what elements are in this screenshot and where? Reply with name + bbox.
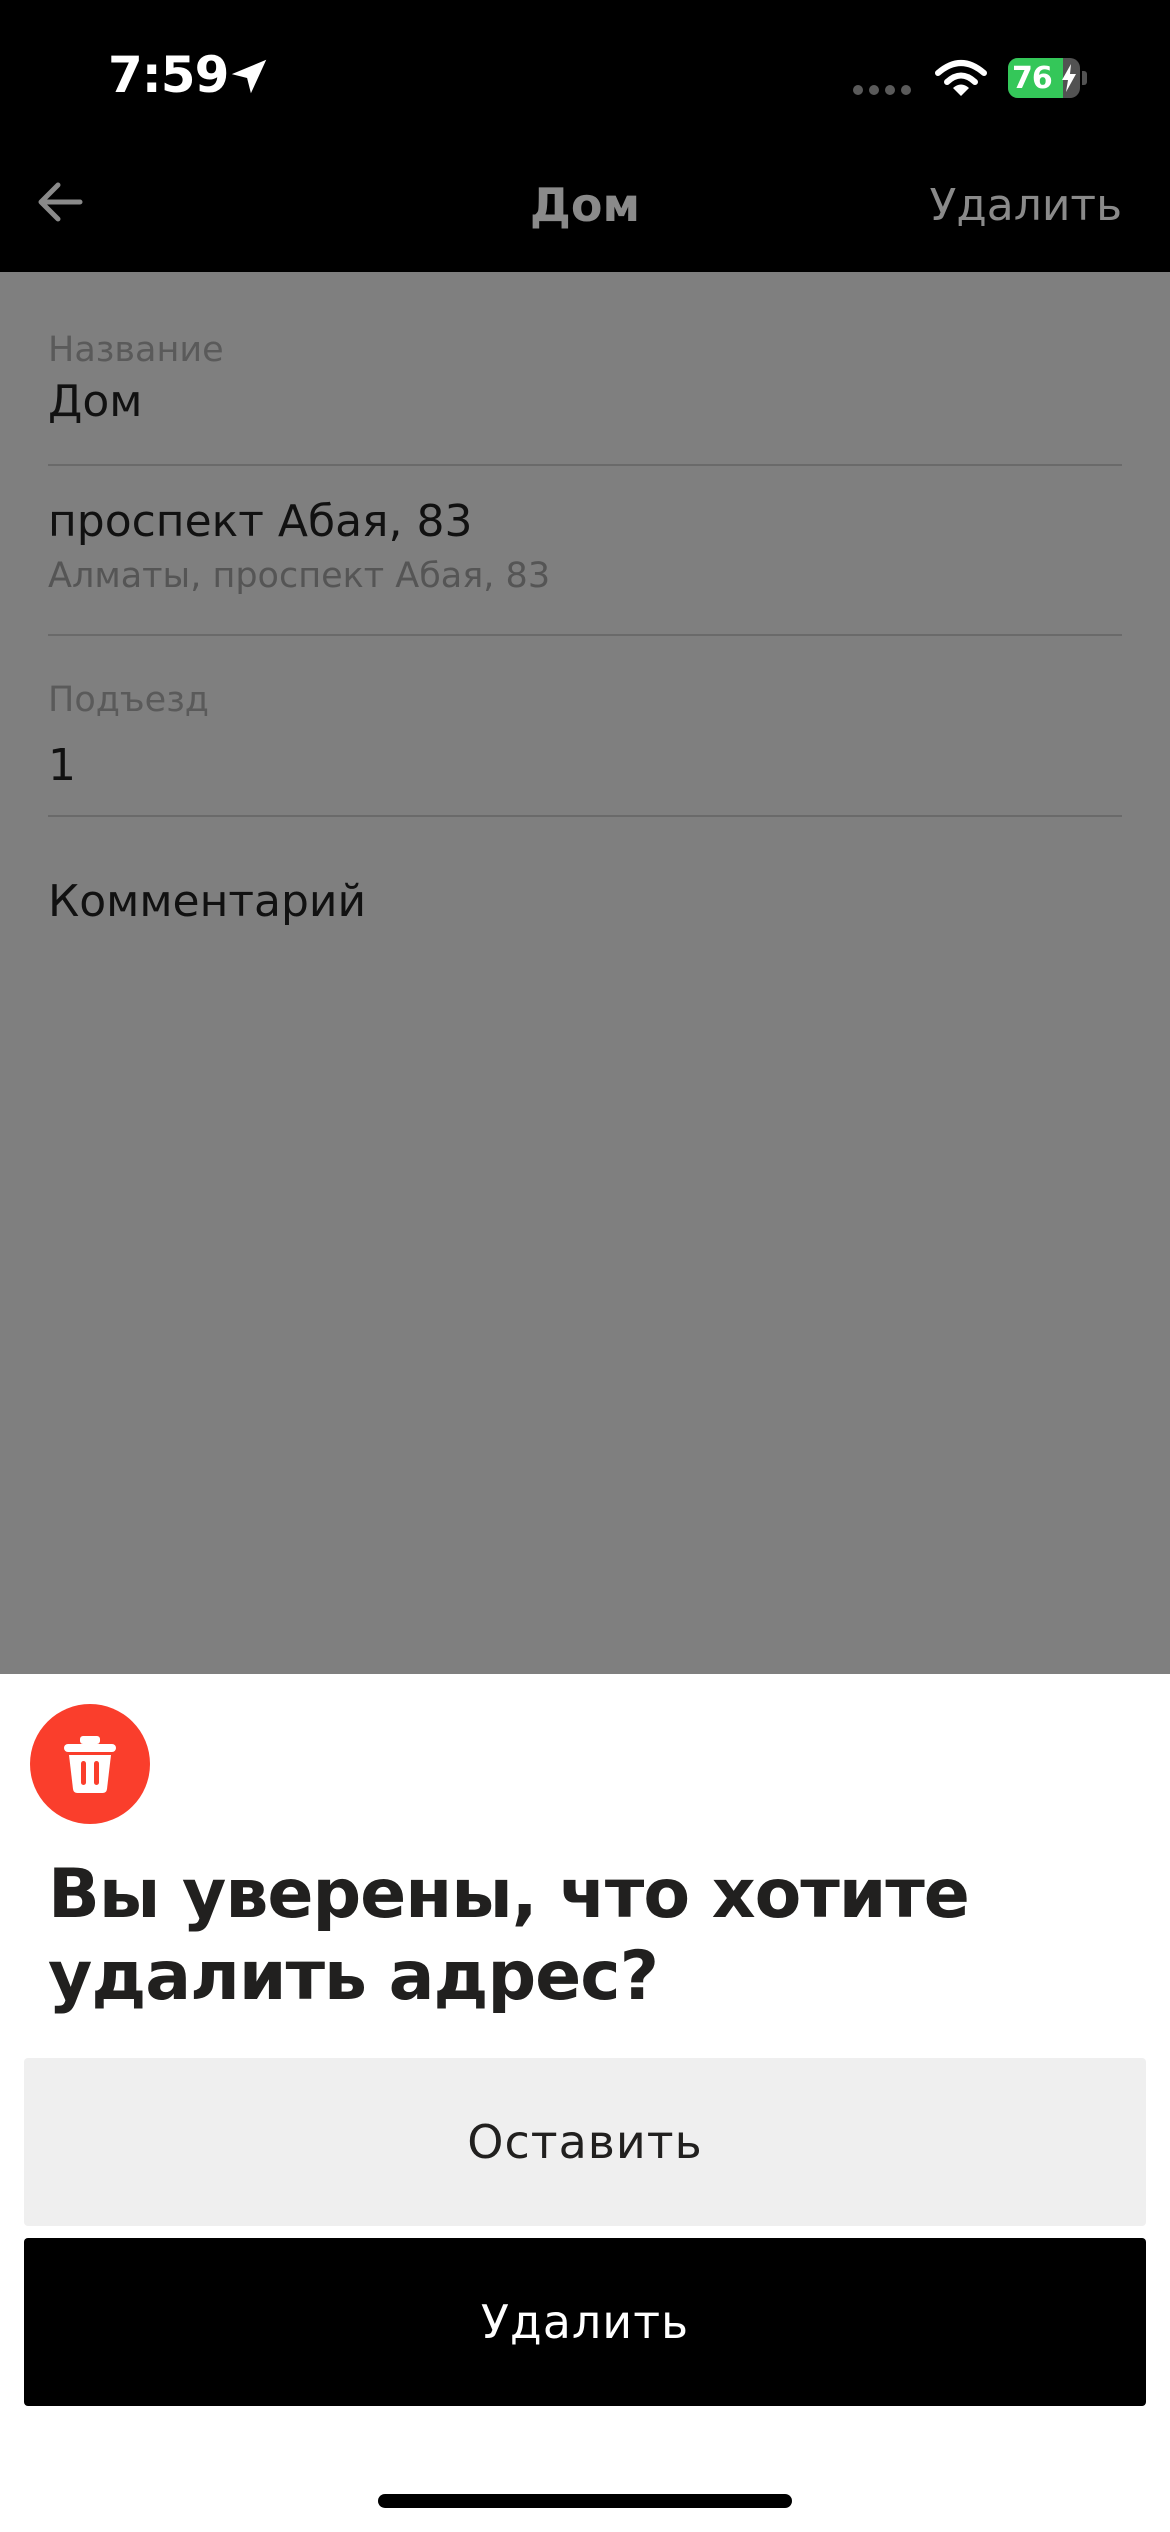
battery-icon: 76 xyxy=(1008,58,1088,98)
name-field-value: Дом xyxy=(48,376,143,427)
delete-link[interactable]: Удалить xyxy=(930,180,1122,231)
delete-button[interactable]: Удалить xyxy=(24,2238,1146,2406)
name-field-label: Название xyxy=(48,330,224,370)
entrance-field-label: Подъезд xyxy=(48,680,210,720)
divider xyxy=(48,634,1122,636)
status-time: 7:59 xyxy=(108,46,229,104)
entrance-field-value: 1 xyxy=(48,740,76,791)
name-field[interactable]: Название Дом xyxy=(48,330,1122,460)
signal-icon xyxy=(853,85,911,95)
keep-button[interactable]: Оставить xyxy=(24,2058,1146,2226)
comment-field[interactable]: Комментарий xyxy=(48,876,1122,946)
trash-badge xyxy=(30,1704,150,1824)
address-field[interactable]: проспект Абая, 83 Алматы, проспект Абая,… xyxy=(48,496,1122,626)
home-indicator xyxy=(378,2494,792,2508)
trash-icon xyxy=(64,1736,116,1793)
divider xyxy=(48,464,1122,466)
charging-bolt-icon xyxy=(1062,64,1076,92)
sheet-title: Вы уверены, что хотите удалить адрес? xyxy=(48,1855,970,2016)
address-sub: Алматы, проспект Абая, 83 xyxy=(48,556,551,596)
comment-placeholder: Комментарий xyxy=(48,876,367,927)
divider xyxy=(48,815,1122,817)
entrance-field[interactable]: Подъезд 1 xyxy=(48,680,1122,810)
address-main: проспект Абая, 83 xyxy=(48,496,473,547)
delete-confirmation-sheet: Вы уверены, что хотите удалить адрес? Ос… xyxy=(0,1674,1170,2532)
status-bar: 7:59 76 xyxy=(0,0,1170,150)
location-arrow-icon xyxy=(231,59,267,94)
nav-bar: Дом Удалить xyxy=(0,150,1170,272)
battery-level: 76 xyxy=(1012,61,1053,96)
wifi-icon xyxy=(935,60,987,96)
